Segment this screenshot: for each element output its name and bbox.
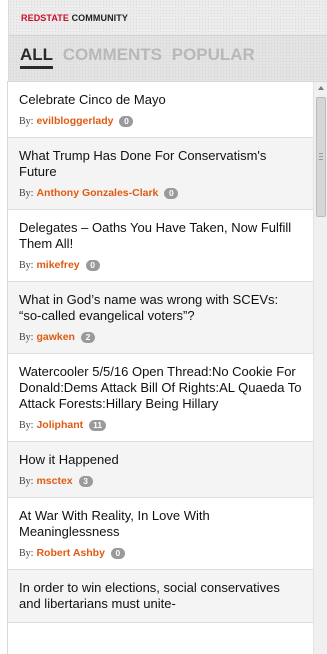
- post-title-link[interactable]: Celebrate Cinco de Mayo: [19, 92, 303, 108]
- scroll-up-arrow-icon[interactable]: [318, 86, 324, 90]
- tab-all[interactable]: ALL: [20, 45, 54, 69]
- post-list-frame: Celebrate Cinco de Mayo By: evilbloggerl…: [7, 81, 327, 654]
- comment-count-badge[interactable]: 0: [119, 115, 134, 127]
- tab-popular[interactable]: POPULAR: [172, 45, 255, 65]
- author-link[interactable]: Anthony Gonzales-Clark: [36, 187, 158, 199]
- post-title-link[interactable]: At War With Reality, In Love With Meanin…: [19, 508, 303, 540]
- post-title-link[interactable]: Watercooler 5/5/16 Open Thread:No Cookie…: [19, 364, 303, 412]
- list-item: How it Happened By: msctex 3: [8, 442, 313, 498]
- author-link[interactable]: msctex: [36, 475, 72, 487]
- list-item: At War With Reality, In Love With Meanin…: [8, 498, 313, 570]
- comment-count-badge[interactable]: 0: [110, 547, 125, 559]
- comment-count-badge[interactable]: 2: [80, 331, 95, 343]
- byline: By: evilbloggerlady 0: [19, 115, 303, 127]
- post-title-link[interactable]: What in God’s name was wrong with SCEVs:…: [19, 292, 303, 324]
- list-item: Delegates – Oaths You Have Taken, Now Fu…: [8, 210, 313, 282]
- author-link[interactable]: Robert Ashby: [36, 547, 104, 559]
- list-item: What in God’s name was wrong with SCEVs:…: [8, 282, 313, 354]
- byline-prefix: By:: [19, 187, 34, 199]
- list-item: Celebrate Cinco de Mayo By: evilbloggerl…: [8, 82, 313, 138]
- list-item: In order to win elections, social conser…: [8, 570, 313, 623]
- post-list: Celebrate Cinco de Mayo By: evilbloggerl…: [8, 82, 313, 623]
- byline: By: msctex 3: [19, 475, 303, 487]
- post-title-link[interactable]: How it Happened: [19, 452, 303, 468]
- post-title-link[interactable]: In order to win elections, social conser…: [19, 580, 303, 612]
- byline-prefix: By:: [19, 115, 34, 127]
- byline: By: Anthony Gonzales-Clark 0: [19, 187, 303, 199]
- comment-count-badge[interactable]: 3: [78, 475, 93, 487]
- author-link[interactable]: mikefrey: [36, 259, 79, 271]
- brand-header: REDSTATE COMMUNITY: [9, 0, 327, 36]
- byline: By: Joliphant 11: [19, 419, 303, 431]
- list-item: Watercooler 5/5/16 Open Thread:No Cookie…: [8, 354, 313, 442]
- byline: By: mikefrey 0: [19, 259, 303, 271]
- tab-comments[interactable]: COMMENTS: [63, 45, 162, 65]
- scrollbar[interactable]: [313, 82, 327, 654]
- author-link[interactable]: Joliphant: [36, 419, 83, 431]
- comment-count-badge[interactable]: 11: [89, 419, 107, 431]
- byline-prefix: By:: [19, 259, 34, 271]
- byline-prefix: By:: [19, 547, 34, 559]
- scroll-thumb[interactable]: [316, 97, 326, 217]
- brand-name: REDSTATE: [21, 13, 69, 23]
- author-link[interactable]: gawken: [36, 331, 75, 343]
- byline-prefix: By:: [19, 419, 34, 431]
- byline-prefix: By:: [19, 331, 34, 343]
- comment-count-badge[interactable]: 0: [164, 187, 179, 199]
- author-link[interactable]: evilbloggerlady: [36, 115, 113, 127]
- byline: By: gawken 2: [19, 331, 303, 343]
- brand-section: COMMUNITY: [71, 13, 128, 23]
- grip-icon: [319, 153, 323, 160]
- byline: By: Robert Ashby 0: [19, 547, 303, 559]
- byline-prefix: By:: [19, 475, 34, 487]
- feed-tabs: ALL COMMENTS POPULAR: [9, 36, 327, 80]
- post-title-link[interactable]: Delegates – Oaths You Have Taken, Now Fu…: [19, 220, 303, 252]
- comment-count-badge[interactable]: 0: [85, 259, 100, 271]
- post-title-link[interactable]: What Trump Has Done For Conservatism's F…: [19, 148, 303, 180]
- list-item: What Trump Has Done For Conservatism's F…: [8, 138, 313, 210]
